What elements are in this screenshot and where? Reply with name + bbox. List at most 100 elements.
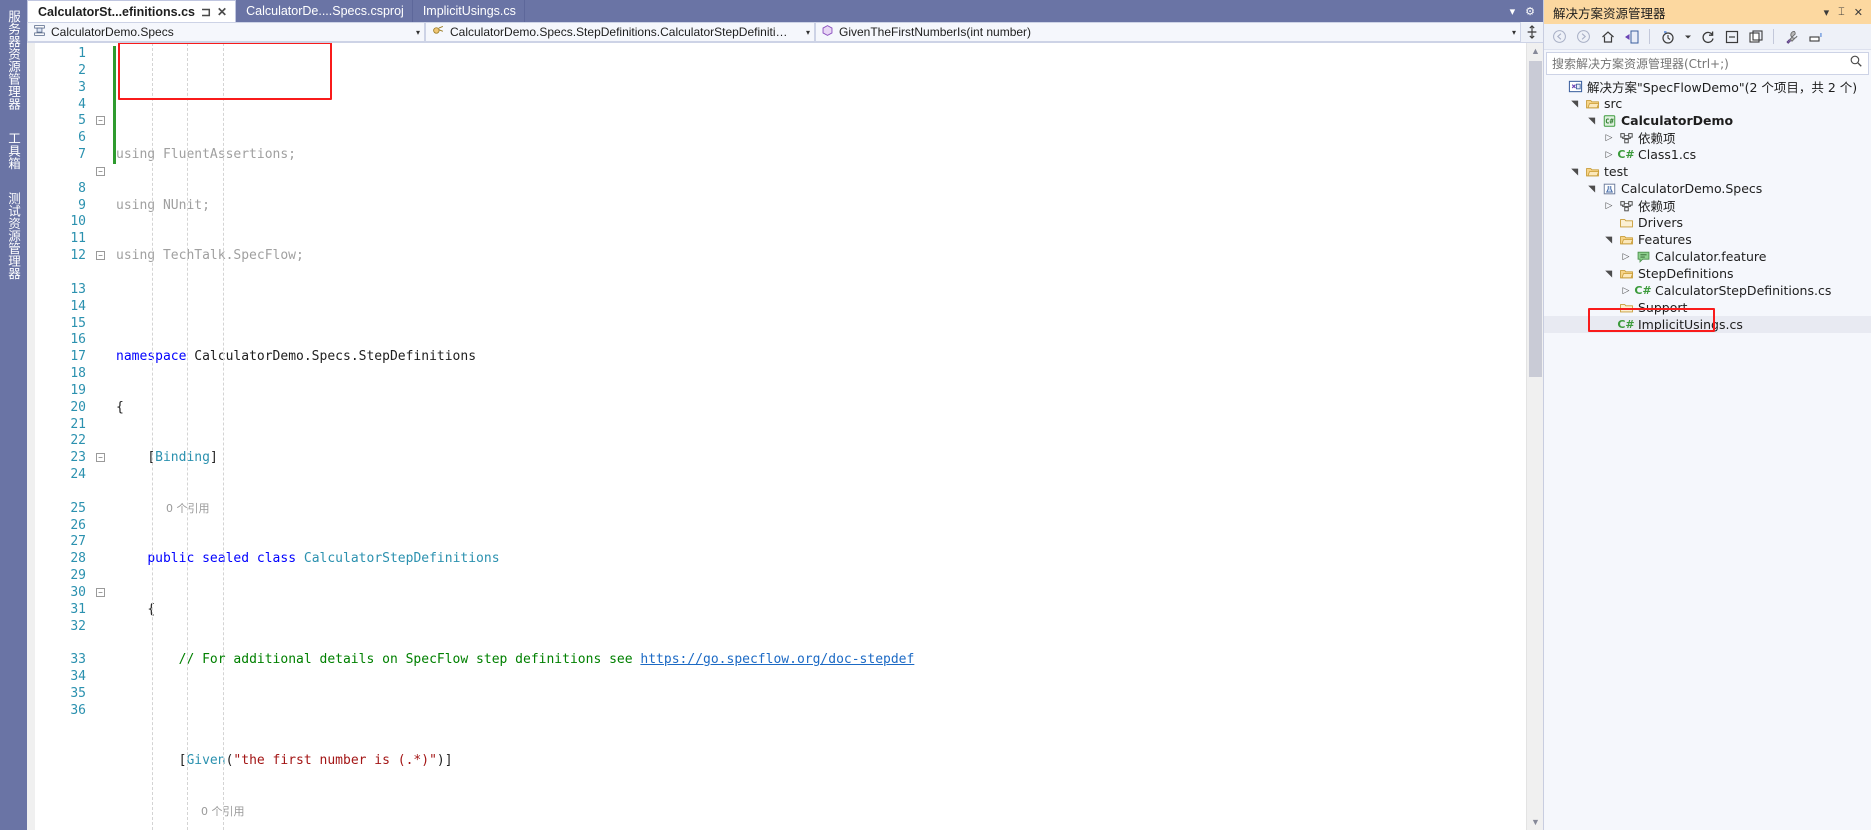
vtab-toolbox[interactable]: 工具箱 <box>3 126 24 176</box>
tab-calculatorstepdefinitions-cs[interactable]: CalculatorSt...efinitions.cs ⊐ ✕ <box>27 0 237 22</box>
pin-icon[interactable]: ⌶ <box>1838 5 1845 19</box>
vtab-server-explorer[interactable]: 服务器资源管理器 <box>3 4 24 116</box>
line-number: 11 <box>70 231 86 247</box>
tree-item-[interactable]: ▷ 依赖项 <box>1544 197 1871 214</box>
forward-arrow-icon[interactable] <box>1575 28 1592 45</box>
tree-item-label: test <box>1604 164 1629 179</box>
code-editor[interactable]: 1 2 3 4 5 6 7 8 9 10 11 12 13 14 15 16 17 18 19 20 21 22 23 24 2… <box>27 43 1543 830</box>
tree-item-label: Features <box>1638 232 1692 247</box>
expanded-twisty-icon[interactable]: ◢ <box>1570 164 1580 180</box>
home-icon[interactable] <box>1599 28 1616 45</box>
codelens-annotation[interactable]: 0 个引用 <box>116 804 1526 821</box>
fold-toggle[interactable]: − <box>96 251 105 261</box>
visual-studio-window: 服务器资源管理器 工具箱 测试资源管理器 CalculatorSt...efin… <box>0 0 1871 830</box>
fold-toggle[interactable]: − <box>96 588 105 598</box>
close-icon[interactable]: ✕ <box>217 5 227 19</box>
scroll-down-arrow[interactable]: ▼ <box>1527 814 1543 830</box>
preview-selected-items-icon[interactable] <box>1807 28 1824 45</box>
solution-explorer-search[interactable] <box>1546 52 1869 75</box>
tree-item-calculator.feature[interactable]: ▷ Calculator.feature <box>1544 248 1871 265</box>
tree-item-[interactable]: ▷ 依赖项 <box>1544 129 1871 146</box>
code-text-area[interactable]: using FluentAssertions; using NUnit; usi… <box>116 43 1526 830</box>
doc-stepdef-link[interactable]: https://go.specflow.org/doc-stepdef <box>640 652 914 667</box>
back-arrow-icon[interactable] <box>1551 28 1568 45</box>
code-line: // For additional details on SpecFlow st… <box>178 652 915 668</box>
code-line: using TechTalk.SpecFlow; <box>116 248 304 264</box>
line-number: 9 <box>78 197 86 213</box>
tree-item-specflowdemo22[interactable]: 解决方案"SpecFlowDemo"(2 个项目，共 2 个) <box>1544 78 1871 95</box>
folder-closed-icon <box>1617 216 1635 230</box>
codelens-spacer <box>35 636 91 653</box>
sync-with-active-document-icon[interactable] <box>1623 28 1640 45</box>
dependencies-icon <box>1617 131 1635 145</box>
properties-wrench-icon[interactable] <box>1783 28 1800 45</box>
line-number: 7 <box>78 147 86 163</box>
pin-icon[interactable]: ⊐ <box>201 5 211 19</box>
collapsed-twisty-icon[interactable]: ▷ <box>1601 201 1617 211</box>
fold-toggle[interactable]: − <box>96 453 105 463</box>
pending-changes-filter-icon[interactable] <box>1659 28 1676 45</box>
tree-item-class1.cs[interactable]: ▷ C# Class1.cs <box>1544 146 1871 163</box>
chevron-down-icon[interactable]: ▾ <box>406 28 420 37</box>
chevron-down-icon[interactable]: ▾ <box>796 28 810 37</box>
expanded-twisty-icon[interactable]: ◢ <box>1604 232 1614 248</box>
show-all-files-icon[interactable] <box>1747 28 1764 45</box>
tree-item-test[interactable]: ◢ test <box>1544 163 1871 180</box>
tab-calculatordemo-specs-csproj[interactable]: CalculatorDe....Specs.csproj <box>236 0 413 22</box>
solution-tree[interactable]: 解决方案"SpecFlowDemo"(2 个项目，共 2 个) ◢ src ◢ C# Ca… <box>1544 75 1871 830</box>
member-selector[interactable]: GivenTheFirstNumberIs(int number) ▾ <box>815 22 1521 42</box>
solution-explorer-panel: 解决方案资源管理器 ▾ ⌶ ✕ 搜索解决方案资源管理器(Ctrl+;) 解决方案… <box>1543 0 1871 830</box>
split-editor-button[interactable] <box>1521 22 1543 42</box>
scrollbar-thumb[interactable] <box>1529 61 1542 377</box>
line-number: 26 <box>70 517 86 533</box>
collapsed-twisty-icon[interactable]: ▷ <box>1601 133 1617 143</box>
tree-item-features[interactable]: ◢ Features <box>1544 231 1871 248</box>
codelens-annotation[interactable]: 0 个引用 <box>116 501 1526 518</box>
line-number: 22 <box>70 433 86 449</box>
fold-toggle[interactable]: − <box>96 116 105 126</box>
tree-item-implicitusings.cs[interactable]: C# ImplicitUsings.cs <box>1544 316 1871 333</box>
search-input[interactable] <box>1552 56 1849 71</box>
folder-open-icon <box>1583 97 1601 111</box>
project-selector[interactable]: CalculatorDemo.Specs ▾ <box>27 22 425 42</box>
tree-item-src[interactable]: ◢ src <box>1544 95 1871 112</box>
collapse-all-icon[interactable] <box>1723 28 1740 45</box>
editor-vertical-scrollbar[interactable]: ▲ ▼ <box>1526 43 1543 830</box>
solution-explorer-title: 解决方案资源管理器 <box>1553 5 1666 21</box>
tab-implicitusings-cs[interactable]: ImplicitUsings.cs <box>412 0 525 22</box>
tree-item-stepdefinitions[interactable]: ◢ StepDefinitions <box>1544 265 1871 282</box>
method-icon <box>821 24 834 40</box>
search-icon[interactable] <box>1849 54 1863 73</box>
tree-item-drivers[interactable]: Drivers <box>1544 214 1871 231</box>
gear-icon[interactable]: ⚙ <box>1525 5 1535 18</box>
fold-toggle[interactable]: − <box>96 166 105 176</box>
solution-icon <box>1566 79 1584 94</box>
tree-item-calculatordemo.specs[interactable]: ◢ CalculatorDemo.Specs <box>1544 180 1871 197</box>
expanded-twisty-icon[interactable]: ◢ <box>1587 113 1597 129</box>
chevron-down-icon[interactable]: ▾ <box>1510 5 1516 18</box>
line-number: 35 <box>70 686 86 702</box>
vtab-test-explorer[interactable]: 测试资源管理器 <box>3 185 24 285</box>
tree-item-calculatorstepdefinitions.cs[interactable]: ▷ C# CalculatorStepDefinitions.cs <box>1544 282 1871 299</box>
chevron-down-icon[interactable]: ▾ <box>1824 6 1830 19</box>
chevron-down-icon[interactable] <box>1683 28 1692 45</box>
code-line: namespace CalculatorDemo.Specs.StepDefin… <box>116 349 477 365</box>
line-number: 25 <box>70 500 86 516</box>
scroll-up-arrow[interactable]: ▲ <box>1527 43 1543 59</box>
expanded-twisty-icon[interactable]: ◢ <box>1587 181 1597 197</box>
chevron-down-icon[interactable]: ▾ <box>1502 28 1516 37</box>
close-icon[interactable]: ✕ <box>1854 6 1863 19</box>
type-selector[interactable]: CalculatorDemo.Specs.StepDefinitions.Cal… <box>425 22 815 42</box>
refresh-icon[interactable] <box>1699 28 1716 45</box>
collapsed-twisty-icon[interactable]: ▷ <box>1601 150 1617 160</box>
line-number-gutter: 1 2 3 4 5 6 7 8 9 10 11 12 13 14 15 16 17 18 19 20 21 22 23 24 2… <box>35 43 105 830</box>
tree-item-calculatordemo[interactable]: ◢ C# CalculatorDemo <box>1544 112 1871 129</box>
expanded-twisty-icon[interactable]: ◢ <box>1570 96 1580 112</box>
tree-item-support[interactable]: Support <box>1544 299 1871 316</box>
member-selector-label: GivenTheFirstNumberIs(int number) <box>839 25 1032 39</box>
expanded-twisty-icon[interactable]: ◢ <box>1604 266 1614 282</box>
collapsed-twisty-icon[interactable]: ▷ <box>1618 252 1634 262</box>
collapsed-twisty-icon[interactable]: ▷ <box>1618 286 1634 296</box>
breakpoint-gutter[interactable] <box>27 43 35 830</box>
outlining-gutter[interactable]: − − − − − <box>91 43 113 830</box>
